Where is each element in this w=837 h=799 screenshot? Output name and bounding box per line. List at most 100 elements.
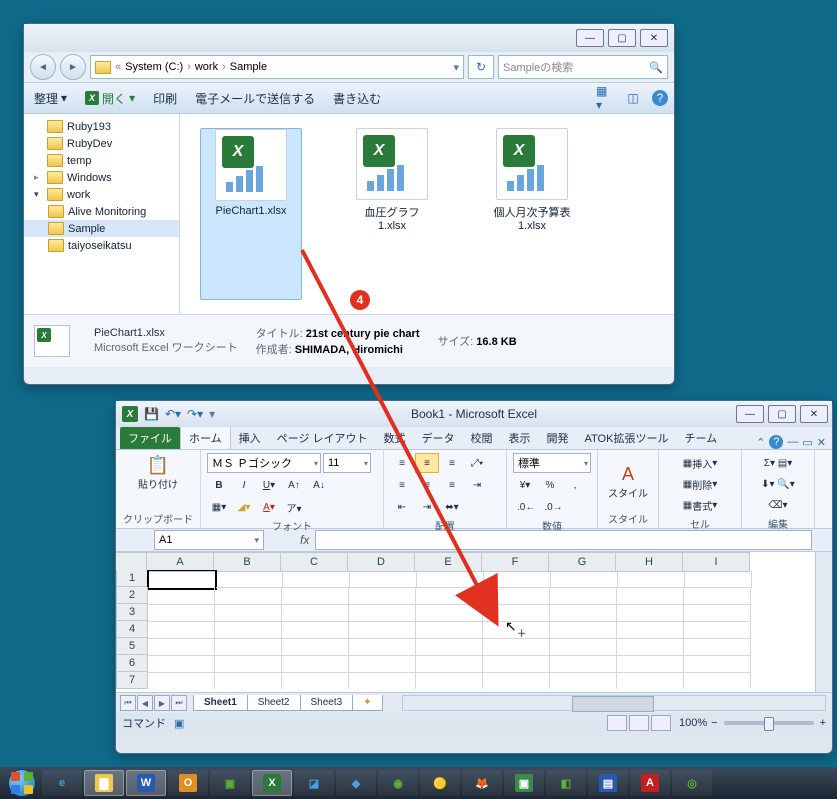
- tab-dev[interactable]: 開発: [539, 427, 577, 449]
- tree-item-taiyo[interactable]: taiyoseikatsu: [24, 237, 179, 254]
- help-icon[interactable]: ?: [769, 435, 783, 449]
- redo-icon[interactable]: ↷▾: [187, 407, 203, 421]
- cell[interactable]: [416, 655, 483, 673]
- italic-button[interactable]: I: [232, 475, 256, 495]
- cell[interactable]: [685, 570, 752, 588]
- workbook-minimize-icon[interactable]: —: [787, 436, 798, 448]
- vertical-scrollbar[interactable]: [815, 552, 832, 692]
- workbook-close-icon[interactable]: ✕: [817, 436, 826, 449]
- cell[interactable]: [148, 621, 215, 639]
- tab-layout[interactable]: ページ レイアウト: [269, 427, 376, 449]
- formula-input[interactable]: [315, 530, 812, 550]
- taskbar-app6[interactable]: ◧: [546, 770, 586, 796]
- open-button[interactable]: X 開く ▾: [81, 88, 139, 109]
- minimize-button[interactable]: —: [576, 29, 604, 47]
- zoom-in-button[interactable]: +: [820, 717, 826, 729]
- cell[interactable]: [617, 655, 684, 673]
- phonetic-button[interactable]: ア▾: [282, 497, 306, 517]
- cell[interactable]: [349, 638, 416, 656]
- tree-item-windows[interactable]: ▸Windows: [24, 169, 179, 186]
- cell[interactable]: [550, 638, 617, 656]
- sheet-next-button[interactable]: ▶: [154, 695, 170, 711]
- sheet-last-button[interactable]: ⏭: [171, 695, 187, 711]
- file-list[interactable]: X PieChart1.xlsx X 血圧グラフ 1.xlsx X 個人月次予算…: [180, 114, 674, 314]
- increase-indent-button[interactable]: ⇥: [415, 497, 439, 517]
- percent-button[interactable]: %: [538, 475, 562, 495]
- cell[interactable]: [148, 604, 215, 622]
- cell[interactable]: [417, 570, 484, 588]
- email-button[interactable]: 電子メールで送信する: [191, 88, 319, 109]
- comma-button[interactable]: ,: [563, 475, 587, 495]
- taskbar-acrobat[interactable]: A: [630, 770, 670, 796]
- tree-item-alive[interactable]: Alive Monitoring: [24, 203, 179, 220]
- taskbar-outlook[interactable]: O: [168, 770, 208, 796]
- cell[interactable]: [416, 672, 483, 689]
- col-header[interactable]: C: [281, 552, 348, 572]
- cell[interactable]: [617, 604, 684, 622]
- fill-button[interactable]: ⬇▾ 🔍▾: [748, 474, 808, 494]
- tab-home[interactable]: ホーム: [180, 426, 231, 449]
- taskbar-app2[interactable]: ◪: [294, 770, 334, 796]
- tree-item-temp[interactable]: temp: [24, 152, 179, 169]
- tree-item-ruby193[interactable]: Ruby193: [24, 118, 179, 135]
- tab-view[interactable]: 表示: [501, 427, 539, 449]
- taskbar-app5[interactable]: ▣: [504, 770, 544, 796]
- col-header[interactable]: F: [482, 552, 549, 572]
- delete-cells-button[interactable]: ▦ 削除 ▾: [665, 474, 735, 494]
- view-menu[interactable]: ▦ ▾: [596, 89, 614, 107]
- workbook-restore-icon[interactable]: ▭: [802, 436, 812, 449]
- name-box[interactable]: A1▾: [154, 530, 264, 550]
- breadcrumb-drive[interactable]: System (C:): [125, 61, 183, 73]
- row-header[interactable]: 2: [116, 587, 148, 604]
- cell[interactable]: [215, 655, 282, 673]
- cell[interactable]: [684, 672, 751, 689]
- cell[interactable]: [618, 570, 685, 588]
- cell[interactable]: [349, 604, 416, 622]
- cell[interactable]: [349, 587, 416, 605]
- sheet-tab-1[interactable]: Sheet1: [193, 695, 248, 711]
- minimize-ribbon-icon[interactable]: ⌃: [756, 436, 765, 449]
- row-header[interactable]: 6: [116, 655, 148, 672]
- sheet-first-button[interactable]: ⏮: [120, 695, 136, 711]
- fx-icon[interactable]: fx: [300, 533, 309, 547]
- col-header[interactable]: E: [415, 552, 482, 572]
- breadcrumb-folder-sample[interactable]: Sample: [230, 61, 267, 73]
- tab-atok[interactable]: ATOK拡張ツール: [577, 427, 677, 449]
- cell[interactable]: [349, 655, 416, 673]
- explorer-titlebar[interactable]: — ▢ ✕: [24, 24, 674, 52]
- select-all-corner[interactable]: [116, 552, 147, 572]
- page-layout-view-button[interactable]: [629, 715, 649, 731]
- fill-color-button[interactable]: ◢▾: [232, 497, 256, 517]
- shrink-font-button[interactable]: A↓: [307, 475, 331, 495]
- cell[interactable]: [215, 621, 282, 639]
- normal-view-button[interactable]: [607, 715, 627, 731]
- decrease-decimal-button[interactable]: .0→: [540, 497, 566, 517]
- tab-insert[interactable]: 挿入: [231, 427, 269, 449]
- maximize-button[interactable]: ▢: [768, 405, 796, 423]
- sheet-prev-button[interactable]: ◀: [137, 695, 153, 711]
- cell[interactable]: [282, 604, 349, 622]
- align-left-button[interactable]: ≡: [390, 475, 414, 495]
- col-header[interactable]: A: [147, 552, 214, 572]
- undo-icon[interactable]: ↶▾: [165, 407, 181, 421]
- styles-button[interactable]: Aスタイル: [604, 462, 652, 502]
- row-header[interactable]: 5: [116, 638, 148, 655]
- maximize-button[interactable]: ▢: [608, 29, 636, 47]
- col-header[interactable]: I: [683, 552, 750, 572]
- tree-item-work[interactable]: ▾work: [24, 186, 179, 203]
- row-header[interactable]: 3: [116, 604, 148, 621]
- col-header[interactable]: H: [616, 552, 683, 572]
- cell[interactable]: [483, 655, 550, 673]
- save-icon[interactable]: 💾: [144, 407, 159, 421]
- cell[interactable]: [148, 672, 215, 689]
- macro-record-icon[interactable]: ▣: [174, 717, 184, 730]
- cell[interactable]: [551, 570, 618, 588]
- burn-button[interactable]: 書き込む: [329, 88, 385, 109]
- close-button[interactable]: ✕: [800, 405, 828, 423]
- cell[interactable]: [484, 570, 551, 588]
- col-header[interactable]: B: [214, 552, 281, 572]
- cell[interactable]: [684, 638, 751, 656]
- breadcrumb-root[interactable]: «: [115, 61, 121, 73]
- col-header[interactable]: D: [348, 552, 415, 572]
- cell[interactable]: [416, 587, 483, 605]
